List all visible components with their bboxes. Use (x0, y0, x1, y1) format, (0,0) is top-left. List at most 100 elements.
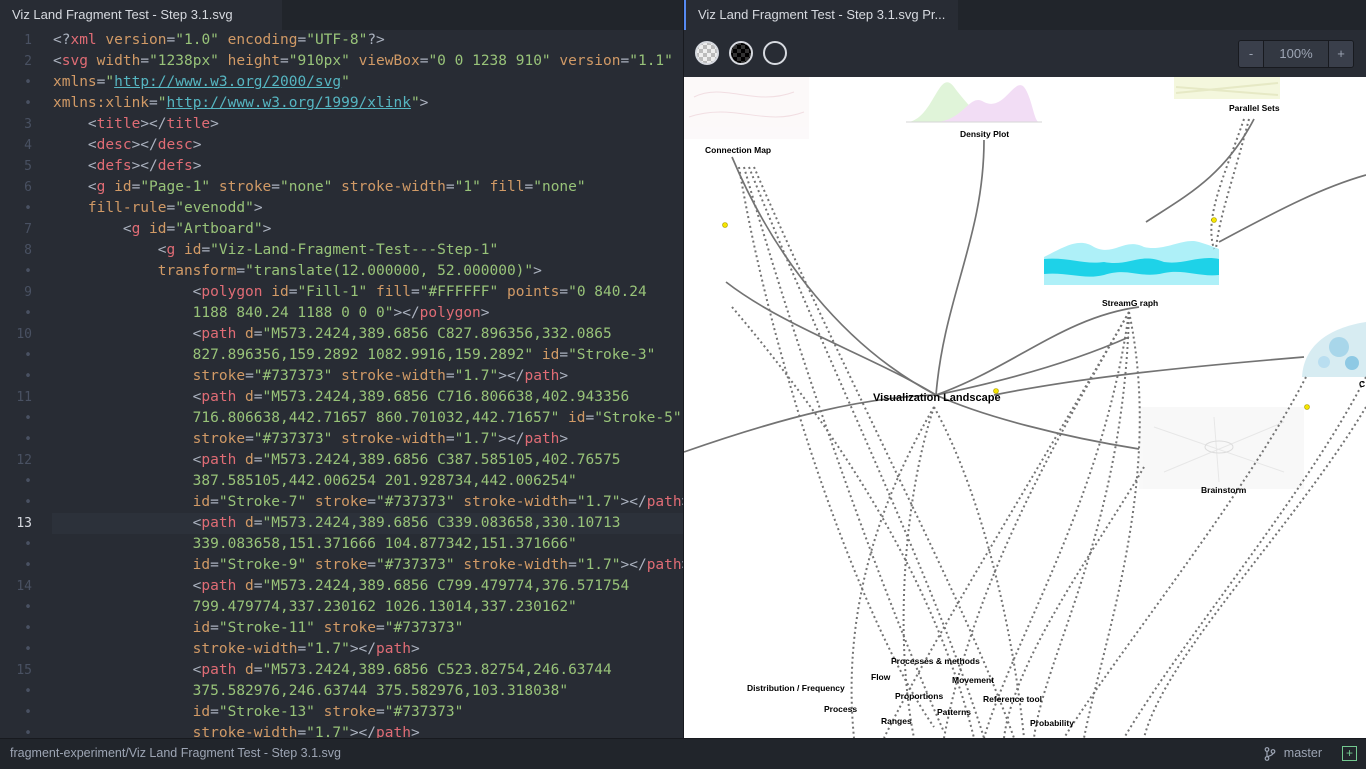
code-token: = (210, 620, 219, 636)
label-connection-map: Connection Map (705, 145, 771, 155)
code-token: < (53, 179, 97, 195)
code-line[interactable]: 3 <title></title> (0, 114, 683, 135)
line-number: • (24, 306, 32, 321)
zoom-out-button[interactable]: - (1239, 41, 1264, 67)
code-token: "M573.2424,389.6856 C523.82754,246.63744 (262, 662, 612, 678)
code-line[interactable]: 8 <g id="Viz-Land-Fragment-Test---Step-1… (0, 240, 683, 261)
black-background-button[interactable] (729, 41, 753, 65)
code-text: id="Stroke-7" stroke="#737373" stroke-wi… (53, 492, 683, 513)
code-line[interactable]: 10 <path d="M573.2424,389.6856 C827.8963… (0, 324, 683, 345)
code-token: ></ (131, 158, 158, 174)
code-token: "Page-1" (140, 179, 211, 195)
code-token: "Stroke-3" (568, 347, 656, 363)
transparent-background-button[interactable] (695, 41, 719, 65)
code-token: < (53, 284, 202, 300)
code-line[interactable]: 1 <?xml version="1.0" encoding="UTF-8"?> (0, 30, 683, 51)
code-line[interactable]: • 799.479774,337.230162 1026.13014,337.2… (0, 597, 683, 618)
code-line[interactable]: 7 <g id="Artboard"> (0, 219, 683, 240)
git-branch[interactable]: master (1264, 739, 1322, 768)
white-background-button[interactable] (763, 41, 787, 65)
code-line[interactable]: • 1188 840.24 1188 0 0 0"></polygon> (0, 303, 683, 324)
code-line[interactable]: • transform="translate(12.000000, 52.000… (0, 261, 683, 282)
code-line[interactable]: • xmlns="http://www.w3.org/2000/svg" (0, 72, 683, 93)
code-token: "Stroke-7" (218, 494, 307, 510)
status-file-path[interactable]: fragment-experiment/Viz Land Fragment Te… (10, 739, 341, 768)
svg-preview-pane: - 100% + Connection Map Density Plot Par… (684, 30, 1366, 738)
code-token: > (253, 200, 263, 216)
code-line[interactable]: • stroke="#737373" stroke-width="1.7"></… (0, 366, 683, 387)
code-token: < (53, 137, 97, 153)
code-token: = (445, 179, 455, 195)
line-number: • (24, 369, 32, 384)
add-icon[interactable]: + (1342, 746, 1357, 761)
code-token: d (236, 452, 254, 468)
code-token: "Stroke-5" (594, 410, 682, 426)
code-token: ></ (349, 641, 377, 657)
code-token: xmlns:xlink (53, 95, 150, 111)
line-number: 3 (24, 117, 32, 132)
code-line[interactable]: • id="Stroke-11" stroke="#737373" (0, 618, 683, 639)
code-line[interactable]: 13 <path d="M573.2424,389.6856 C339.0836… (0, 513, 683, 534)
code-token: 339.083658,151.371666 104.877342,151.371… (53, 536, 577, 552)
code-token: path (201, 326, 237, 342)
code-token: <? (53, 32, 71, 48)
code-line[interactable]: • 716.806638,442.71657 860.701032,442.71… (0, 408, 683, 429)
code-token: transform (53, 263, 237, 279)
label-reference-tool: Reference tool (983, 694, 1042, 704)
code-line[interactable]: • stroke-width="1.7"></path> (0, 639, 683, 660)
line-number: 10 (16, 327, 32, 342)
code-token: "Fill-1" (297, 284, 368, 300)
code-token: path (201, 389, 237, 405)
code-editor[interactable]: 1 <?xml version="1.0" encoding="UTF-8"?> 2… (0, 30, 683, 738)
code-text: 716.806638,442.71657 860.701032,442.7165… (53, 408, 682, 429)
line-number: • (24, 642, 32, 657)
code-token: "1.1" (629, 53, 673, 69)
code-text: <path d="M573.2424,389.6856 C827.896356,… (53, 324, 612, 345)
code-token: svg (61, 53, 88, 69)
code-line[interactable]: • id="Stroke-13" stroke="#737373" (0, 702, 683, 723)
editor-tab[interactable]: Viz Land Fragment Test - Step 3.1.svg (0, 0, 282, 30)
code-token: ></ (620, 557, 647, 573)
code-line[interactable]: • 827.896356,159.2892 1082.9916,159.2892… (0, 345, 683, 366)
code-line[interactable]: 9 <polygon id="Fill-1" fill="#FFFFFF" po… (0, 282, 683, 303)
code-token: = (367, 557, 377, 573)
code-line[interactable]: • stroke-width="1.7"></path> (0, 723, 683, 738)
code-line[interactable]: • 339.083658,151.371666 104.877342,151.3… (0, 534, 683, 555)
code-line[interactable]: 4 <desc></desc> (0, 135, 683, 156)
code-line[interactable]: 15 <path d="M573.2424,389.6856 C523.8275… (0, 660, 683, 681)
code-token[interactable]: http://www.w3.org/2000/svg (114, 74, 341, 90)
code-line[interactable]: 5 <defs></defs> (0, 156, 683, 177)
code-token: = (376, 704, 385, 720)
code-token: stroke-width (454, 494, 569, 510)
code-token: = (253, 389, 263, 405)
code-token: "M573.2424,389.6856 C339.083658,330.1071… (262, 515, 621, 531)
code-line[interactable]: 12 <path d="M573.2424,389.6856 C387.5851… (0, 450, 683, 471)
code-token: desc (157, 137, 193, 153)
code-line[interactable]: 6 <g id="Page-1" stroke="none" stroke-wi… (0, 177, 683, 198)
code-line[interactable]: • id="Stroke-9" stroke="#737373" stroke-… (0, 555, 683, 576)
code-token: = (210, 704, 219, 720)
code-line[interactable]: 2 <svg width="1238px" height="910px" view… (0, 51, 683, 72)
svg-canvas[interactable]: Connection Map Density Plot Parallel Set… (684, 77, 1366, 738)
code-line[interactable]: • fill-rule="evenodd"> (0, 198, 683, 219)
streamgraph-thumbnail (1044, 240, 1219, 285)
code-line[interactable]: • stroke="#737373" stroke-width="1.7"></… (0, 429, 683, 450)
code-text: <path d="M573.2424,389.6856 C799.479774,… (53, 576, 630, 597)
code-line[interactable]: • 375.582976,246.63744 375.582976,103.31… (0, 681, 683, 702)
preview-tab[interactable]: Viz Land Fragment Test - Step 3.1.svg Pr… (684, 0, 958, 30)
code-text: <desc></desc> (53, 135, 202, 156)
code-token: ?> (367, 32, 385, 48)
code-token: d (236, 389, 254, 405)
code-token: = (149, 95, 158, 111)
code-token: id (559, 410, 586, 426)
code-line[interactable]: 11 <path d="M573.2424,389.6856 C716.8066… (0, 387, 683, 408)
code-line[interactable]: • 387.585105,442.006254 201.928734,442.0… (0, 471, 683, 492)
line-number: 4 (24, 138, 32, 153)
code-line[interactable]: • id="Stroke-7" stroke="#737373" stroke-… (0, 492, 683, 513)
code-line[interactable]: 14 <path d="M573.2424,389.6856 C799.4797… (0, 576, 683, 597)
code-token[interactable]: http://www.w3.org/1999/xlink (167, 95, 411, 111)
code-token: d (236, 662, 254, 678)
code-token: < (53, 578, 202, 594)
code-line[interactable]: • xmlns:xlink="http://www.w3.org/1999/xli… (0, 93, 683, 114)
zoom-in-button[interactable]: + (1328, 41, 1353, 67)
